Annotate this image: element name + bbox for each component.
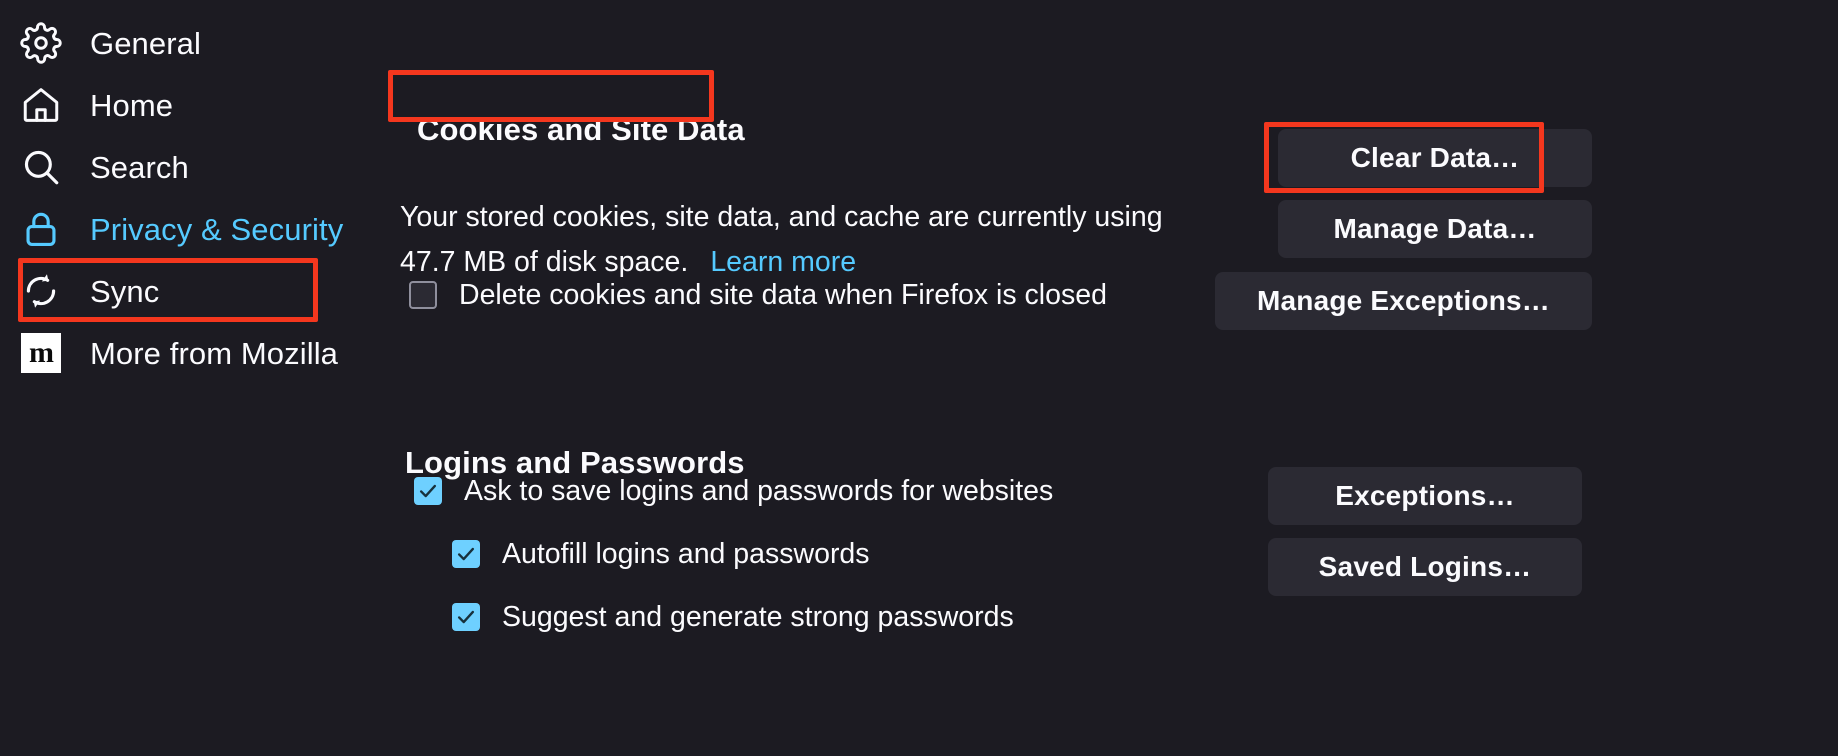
- ask-to-save-logins-row[interactable]: Ask to save logins and passwords for web…: [414, 477, 1053, 506]
- autofill-logins-label: Autofill logins and passwords: [502, 538, 870, 570]
- delete-cookies-on-close-label: Delete cookies and site data when Firefo…: [459, 279, 1107, 311]
- sidebar-item-sync[interactable]: Sync: [0, 260, 400, 322]
- cookies-and-site-data-heading: Cookies and Site Data: [417, 111, 745, 147]
- logins-exceptions-button[interactable]: Exceptions…: [1268, 467, 1582, 525]
- sidebar-item-label-general: General: [90, 25, 201, 61]
- sidebar-item-home[interactable]: Home: [0, 74, 400, 136]
- suggest-strong-passwords-label: Suggest and generate strong passwords: [502, 601, 1014, 633]
- sidebar-item-privacy-security[interactable]: Privacy & Security: [0, 198, 400, 260]
- mozilla-wordmark: m: [21, 333, 61, 373]
- mozilla-icon: m: [18, 330, 64, 376]
- sidebar-item-general[interactable]: General: [0, 12, 400, 74]
- sidebar-item-more-from-mozilla[interactable]: m More from Mozilla: [0, 322, 400, 384]
- home-icon: [18, 82, 64, 128]
- sidebar-item-label-privacy-security: Privacy & Security: [90, 211, 344, 247]
- autofill-logins-row[interactable]: Autofill logins and passwords: [452, 540, 870, 569]
- autofill-logins-checkbox[interactable]: [452, 540, 480, 569]
- manage-data-button[interactable]: Manage Data…: [1278, 200, 1592, 258]
- sync-icon: [18, 268, 64, 314]
- cookies-usage-description: Your stored cookies, site data, and cach…: [400, 195, 1200, 285]
- sidebar-item-label-sync: Sync: [90, 273, 160, 309]
- firefox-settings-privacy-page: General Home Search Privacy & Security S…: [0, 0, 1838, 756]
- delete-cookies-on-close-row[interactable]: Delete cookies and site data when Firefo…: [409, 281, 1107, 310]
- settings-main-content: Cookies and Site Data Your stored cookie…: [400, 0, 1838, 756]
- sidebar-item-search[interactable]: Search: [0, 136, 400, 198]
- sidebar-item-label-more-from-mozilla: More from Mozilla: [90, 335, 339, 371]
- sidebar-item-label-home: Home: [90, 87, 174, 123]
- learn-more-link[interactable]: Learn more: [710, 246, 856, 278]
- suggest-strong-passwords-checkbox[interactable]: [452, 603, 480, 632]
- delete-cookies-on-close-checkbox[interactable]: [409, 281, 437, 310]
- saved-logins-button[interactable]: Saved Logins…: [1268, 538, 1582, 596]
- settings-sidebar: General Home Search Privacy & Security S…: [0, 0, 400, 756]
- manage-exceptions-button[interactable]: Manage Exceptions…: [1215, 272, 1592, 330]
- gear-icon: [18, 20, 64, 66]
- search-icon: [18, 144, 64, 190]
- clear-data-button[interactable]: Clear Data…: [1278, 129, 1592, 187]
- sidebar-item-label-search: Search: [90, 149, 189, 185]
- ask-to-save-logins-label: Ask to save logins and passwords for web…: [464, 475, 1054, 507]
- suggest-strong-passwords-row[interactable]: Suggest and generate strong passwords: [452, 603, 1014, 632]
- ask-to-save-logins-checkbox[interactable]: [414, 477, 442, 506]
- lock-icon: [18, 206, 64, 252]
